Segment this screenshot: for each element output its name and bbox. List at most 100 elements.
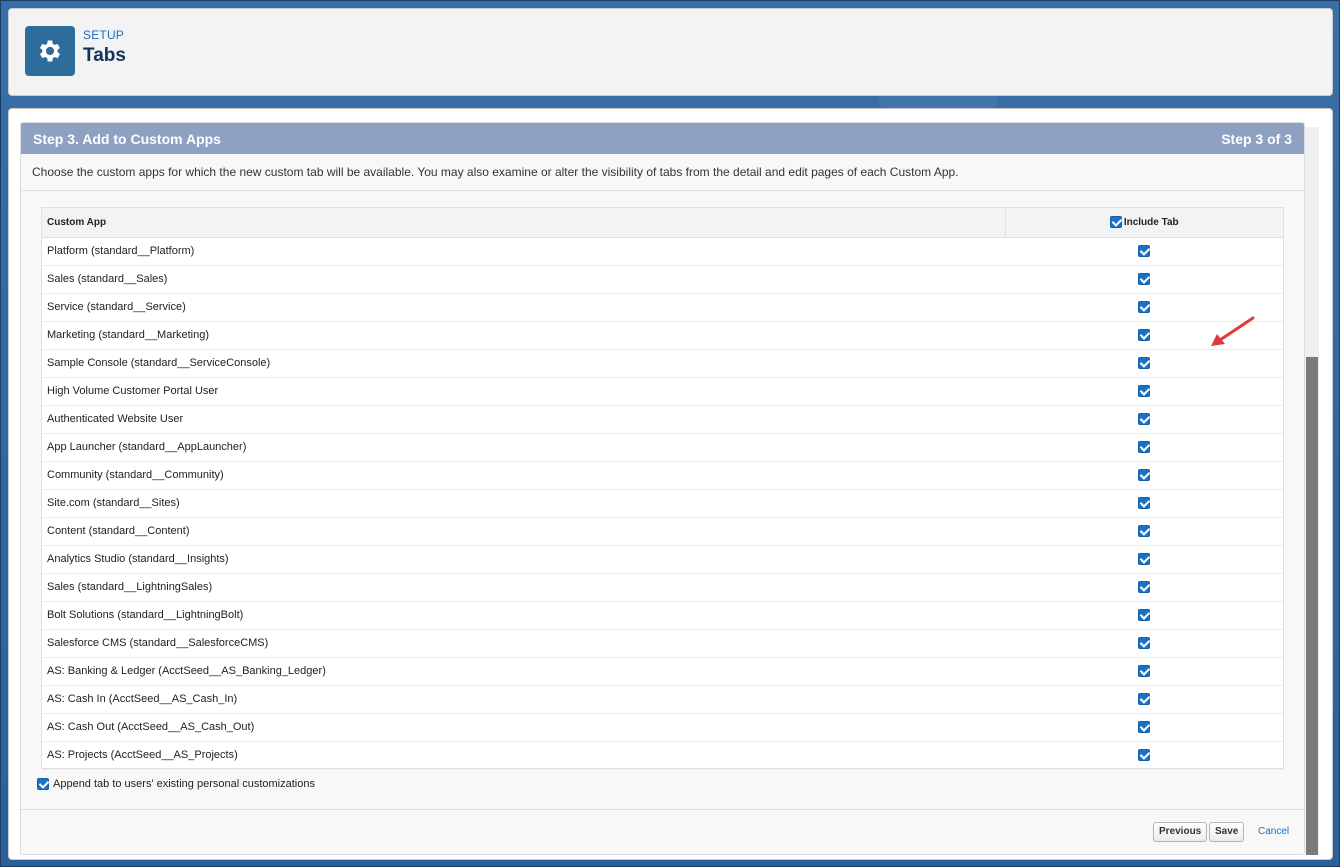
include-tab-cell [1005, 573, 1283, 602]
include-tab-checkbox[interactable] [1138, 273, 1150, 286]
cancel-link[interactable]: Cancel [1258, 826, 1289, 837]
include-tab-cell [1005, 237, 1283, 266]
main-card: Step 3. Add to Custom Apps Step 3 of 3 C… [8, 108, 1333, 860]
table-header-row: Custom App Include Tab [42, 208, 1283, 238]
app-name-cell: Community (standard__Community) [42, 461, 1005, 490]
app-name-cell: Platform (standard__Platform) [42, 237, 1005, 266]
app-name-cell: AS: Cash In (AcctSeed__AS_Cash_In) [42, 685, 1005, 714]
include-tab-cell [1005, 517, 1283, 546]
app-name-cell: Authenticated Website User [42, 405, 1005, 434]
table-row: AS: Cash Out (AcctSeed__AS_Cash_Out) [42, 713, 1283, 742]
include-all-checkbox[interactable] [1109, 216, 1122, 229]
page-title: Tabs [83, 45, 126, 66]
include-tab-checkbox[interactable] [1138, 413, 1150, 426]
table-row: Community (standard__Community) [42, 461, 1283, 490]
previous-button[interactable]: Previous [1153, 822, 1208, 842]
app-name-cell: Marketing (standard__Marketing) [42, 321, 1005, 350]
app-name-cell: Sample Console (standard__ServiceConsole… [42, 349, 1005, 378]
include-tab-cell [1005, 713, 1283, 742]
include-tab-cell [1005, 629, 1283, 658]
setup-icon-tile [25, 26, 75, 76]
table-row: Salesforce CMS (standard__SalesforceCMS) [42, 629, 1283, 658]
append-option: Append tab to users' existing personal c… [37, 778, 315, 790]
page-header: SETUP Tabs [8, 8, 1333, 96]
table-row: Bolt Solutions (standard__LightningBolt) [42, 601, 1283, 630]
scrollbar[interactable] [1305, 127, 1319, 855]
scrollbar-thumb[interactable] [1306, 357, 1318, 855]
column-header-custom-app: Custom App [42, 208, 1005, 238]
step-description: Choose the custom apps for which the new… [21, 154, 1304, 191]
include-tab-checkbox[interactable] [1138, 665, 1150, 678]
include-tab-cell [1005, 545, 1283, 574]
include-tab-cell [1005, 741, 1283, 770]
custom-apps-table: Custom App Include Tab Platform (standar… [41, 207, 1284, 770]
app-name-cell: App Launcher (standard__AppLauncher) [42, 433, 1005, 462]
app-name-cell: Analytics Studio (standard__Insights) [42, 545, 1005, 574]
column-header-include-tab: Include Tab [1004, 208, 1283, 238]
include-tab-cell [1005, 405, 1283, 434]
include-tab-cell [1005, 349, 1283, 378]
table-row: Site.com (standard__Sites) [42, 489, 1283, 518]
include-tab-cell [1005, 657, 1283, 686]
table-row: AS: Banking & Ledger (AcctSeed__AS_Banki… [42, 657, 1283, 686]
app-name-cell: Content (standard__Content) [42, 517, 1005, 546]
app-name-cell: High Volume Customer Portal User [42, 377, 1005, 406]
include-tab-checkbox[interactable] [1138, 721, 1150, 734]
include-tab-checkbox[interactable] [1138, 693, 1150, 706]
table-row: Platform (standard__Platform) [42, 237, 1283, 266]
include-tab-cell [1005, 601, 1283, 630]
app-name-cell: Sales (standard__LightningSales) [42, 573, 1005, 602]
include-tab-checkbox[interactable] [1138, 525, 1150, 538]
include-tab-checkbox[interactable] [1138, 609, 1150, 622]
app-name-cell: Sales (standard__Sales) [42, 265, 1005, 294]
wizard-footer: Previous Save Cancel [21, 809, 1304, 854]
table-row: Sample Console (standard__ServiceConsole… [42, 349, 1283, 378]
include-tab-cell [1005, 433, 1283, 462]
step-indicator: Step 3 of 3 [1221, 130, 1292, 147]
annotation-arrow-icon [1211, 316, 1255, 346]
table-row: High Volume Customer Portal User [42, 377, 1283, 406]
include-tab-cell [1005, 685, 1283, 714]
gear-icon [39, 40, 61, 62]
include-tab-checkbox[interactable] [1138, 357, 1150, 370]
include-tab-checkbox[interactable] [1138, 245, 1150, 258]
include-tab-checkbox[interactable] [1138, 553, 1150, 566]
include-tab-cell [1005, 461, 1283, 490]
include-tab-checkbox[interactable] [1138, 385, 1150, 398]
table-row: Service (standard__Service) [42, 293, 1283, 322]
save-button[interactable]: Save [1209, 822, 1245, 842]
table-row: AS: Cash In (AcctSeed__AS_Cash_In) [42, 685, 1283, 714]
table-row: App Launcher (standard__AppLauncher) [42, 433, 1283, 462]
table-row: Sales (standard__LightningSales) [42, 573, 1283, 602]
app-name-cell: Bolt Solutions (standard__LightningBolt) [42, 601, 1005, 630]
step-title: Step 3. Add to Custom Apps [33, 130, 221, 147]
table-row: Sales (standard__Sales) [42, 265, 1283, 294]
include-tab-checkbox[interactable] [1138, 749, 1150, 762]
wizard-panel: Step 3. Add to Custom Apps Step 3 of 3 C… [20, 122, 1305, 855]
include-tab-checkbox[interactable] [1138, 469, 1150, 482]
include-tab-cell [1005, 489, 1283, 518]
app-name-cell: AS: Cash Out (AcctSeed__AS_Cash_Out) [42, 713, 1005, 742]
append-checkbox[interactable] [37, 778, 49, 790]
include-tab-cell [1005, 377, 1283, 406]
table-row: Authenticated Website User [42, 405, 1283, 434]
include-tab-checkbox[interactable] [1138, 581, 1150, 594]
table-row: Analytics Studio (standard__Insights) [42, 545, 1283, 574]
app-name-cell: Salesforce CMS (standard__SalesforceCMS) [42, 629, 1005, 658]
header-eyebrow: SETUP [83, 28, 125, 42]
include-tab-cell [1005, 265, 1283, 294]
include-tab-checkbox[interactable] [1138, 637, 1150, 650]
app-name-cell: Site.com (standard__Sites) [42, 489, 1005, 518]
app-name-cell: AS: Projects (AcctSeed__AS_Projects) [42, 741, 1005, 770]
include-tab-checkbox[interactable] [1138, 301, 1150, 314]
append-label: Append tab to users' existing personal c… [53, 778, 315, 790]
app-name-cell: Service (standard__Service) [42, 293, 1005, 322]
include-tab-label: Include Tab [1123, 216, 1179, 228]
table-row: Content (standard__Content) [42, 517, 1283, 546]
table-row: Marketing (standard__Marketing) [42, 321, 1283, 350]
app-name-cell: AS: Banking & Ledger (AcctSeed__AS_Banki… [42, 657, 1005, 686]
include-tab-checkbox[interactable] [1138, 497, 1150, 510]
include-tab-checkbox[interactable] [1138, 441, 1150, 454]
step-header: Step 3. Add to Custom Apps Step 3 of 3 [21, 123, 1304, 154]
include-tab-checkbox[interactable] [1138, 329, 1150, 342]
